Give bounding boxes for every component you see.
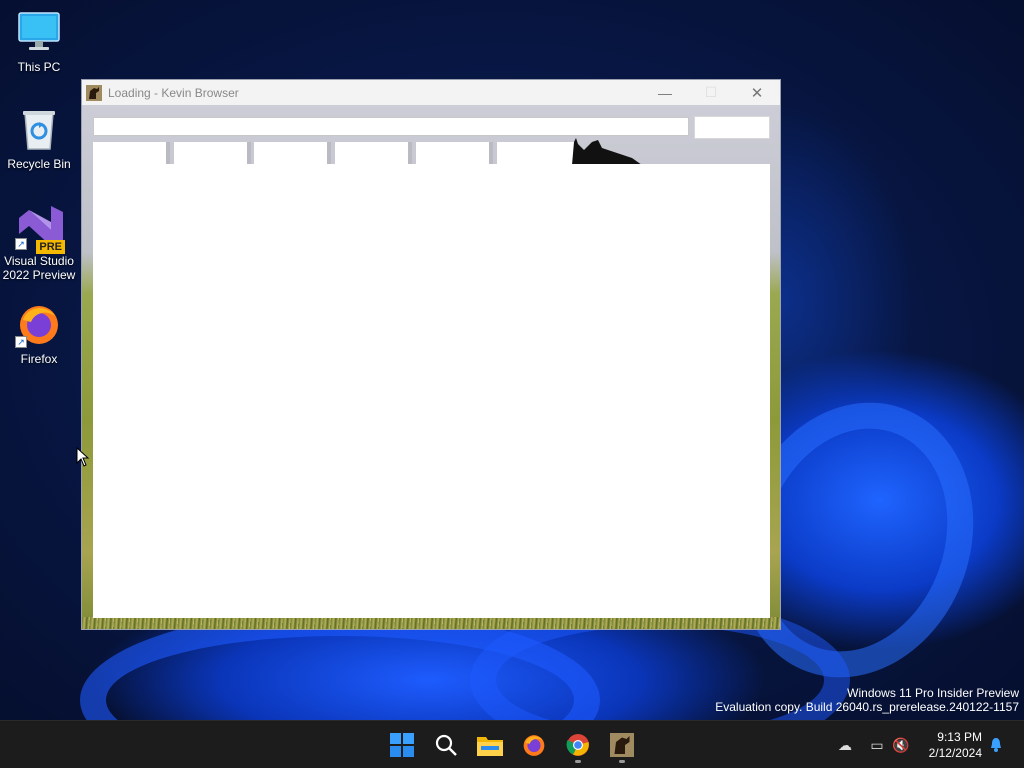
desktop-icon-visual-studio[interactable]: PRE ↗ Visual Studio 2022 Preview [2,204,76,282]
network-icon[interactable]: ▭ [867,735,887,755]
desktop-icon-label: Firefox [20,352,58,366]
tab-6[interactable] [497,142,574,165]
close-button[interactable]: ✕ [734,80,780,105]
chrome-icon [566,734,589,756]
start-button[interactable] [382,725,422,765]
window-title: Loading - Kevin Browser [108,85,239,100]
notification-bell-icon[interactable] [986,735,1006,755]
search-icon [435,734,457,756]
chrome-taskbar-button[interactable] [558,725,598,765]
tab-1[interactable] [93,142,170,165]
mouse-cursor [76,446,90,467]
horse-icon [86,84,102,101]
maximize-button[interactable]: ☐ [688,80,734,105]
windows-watermark: Windows 11 Pro Insider Preview Evaluatio… [715,686,1019,714]
shortcut-arrow-icon: ↗ [15,336,27,348]
volume-muted-icon[interactable]: 🔇 [891,735,911,755]
desktop-icon-label: This PC [17,60,61,74]
file-explorer-button[interactable] [470,725,510,765]
desktop-icon-label: Recycle Bin [7,157,71,171]
firefox-icon: ↗ [15,302,61,348]
windows-logo-icon [390,733,414,757]
visual-studio-icon: PRE ↗ [15,204,65,254]
tab-5[interactable] [416,142,493,165]
system-clock[interactable]: 9:13 PM 2/12/2024 [929,729,982,761]
minimize-button[interactable]: — [642,80,688,105]
tab-4[interactable] [335,142,412,165]
tab-3[interactable] [254,142,331,165]
firefox-icon [523,735,545,756]
browser-window[interactable]: Loading - Kevin Browser — ☐ ✕ [81,79,781,630]
running-indicator [619,760,625,763]
desktop-icon-firefox[interactable]: ↗ Firefox [2,302,76,366]
kevin-browser-taskbar-button[interactable] [602,725,642,765]
monitor-icon [17,10,61,54]
desktop-icon-this-pc[interactable]: This PC [2,10,76,74]
preview-badge: PRE [36,240,65,254]
horse-silhouette [572,138,642,165]
address-bar[interactable] [93,117,689,136]
onedrive-offline-icon[interactable]: ☁ [835,735,855,755]
desktop-icon-recycle-bin[interactable]: Recycle Bin [2,107,76,171]
title-bar[interactable]: Loading - Kevin Browser — ☐ ✕ [82,80,780,105]
folder-icon [477,737,503,756]
watermark-line-1: Windows 11 Pro Insider Preview [847,686,1019,700]
clock-time: 9:13 PM [937,730,982,744]
horse-icon [610,733,634,757]
desktop-icon-label: Visual Studio 2022 Preview [2,254,76,282]
watermark-line-2: Evaluation copy. Build 26040.rs_prerelea… [715,700,1019,714]
shortcut-arrow-icon: ↗ [15,238,27,250]
running-indicator [575,760,581,763]
search-button[interactable] [426,725,466,765]
clock-date: 2/12/2024 [928,746,982,760]
grass-strip [82,617,780,629]
go-button[interactable] [694,116,770,139]
page-content-area[interactable] [93,164,770,618]
tab-2[interactable] [174,142,251,165]
recycle-bin-icon [17,107,61,151]
taskbar: ☁ ▭ 🔇 9:13 PM 2/12/2024 [0,720,1024,768]
firefox-taskbar-button[interactable] [514,725,554,765]
